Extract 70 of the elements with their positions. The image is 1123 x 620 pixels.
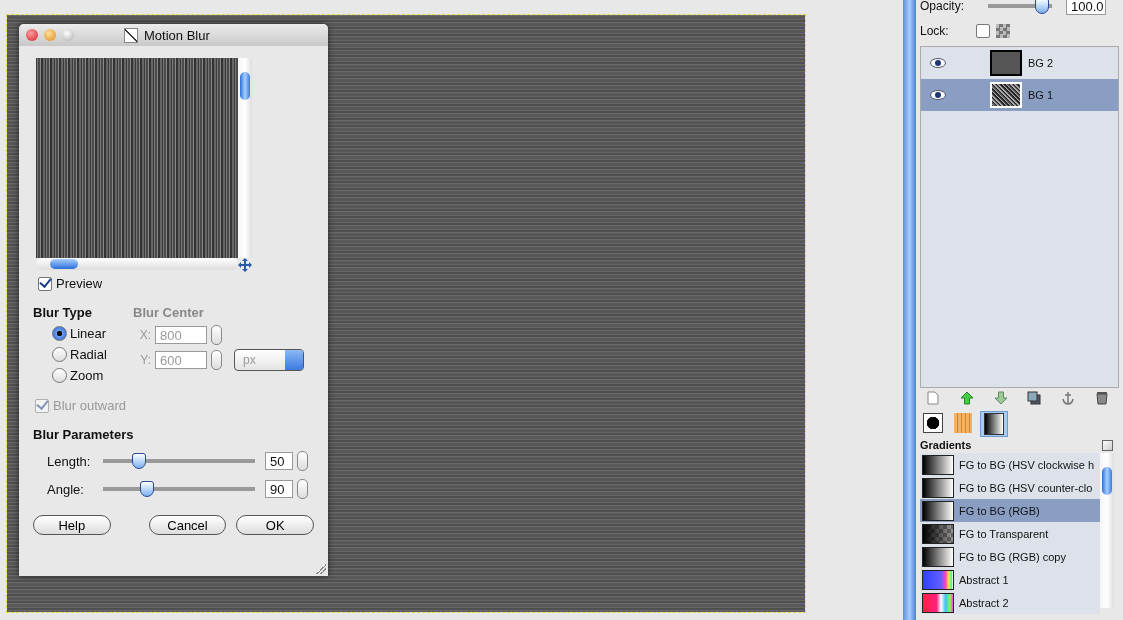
radio-button[interactable] <box>52 346 67 362</box>
eye-icon[interactable] <box>930 58 946 68</box>
spin-button[interactable] <box>297 451 308 471</box>
panel-menu-button[interactable] <box>1102 439 1113 451</box>
section-heading: Blur Parameters <box>33 427 135 442</box>
radio-label: Linear <box>70 325 107 341</box>
layer-name: BG 1 <box>1028 89 1054 101</box>
radio-label: Radial <box>70 346 107 362</box>
trash-icon[interactable] <box>1095 391 1109 405</box>
layer-row[interactable]: BG 1 <box>921 79 1118 111</box>
move-icon[interactable] <box>238 258 252 272</box>
slider-thumb[interactable] <box>140 481 155 497</box>
radio-button[interactable] <box>52 325 67 341</box>
panel-title: Gradients <box>920 439 972 451</box>
close-button[interactable] <box>26 29 38 41</box>
new-page-icon[interactable] <box>926 391 940 405</box>
gradient-icon <box>984 413 1004 435</box>
down-arrow-icon[interactable] <box>993 391 1008 405</box>
eye-icon[interactable] <box>930 90 946 100</box>
horizontal-scrollbar[interactable] <box>36 258 238 270</box>
spin-button[interactable] <box>297 479 308 499</box>
gradient-row[interactable]: FG to BG (HSV counter-clo <box>920 476 1100 499</box>
wood-pattern-icon <box>954 413 972 433</box>
field-label: X: <box>138 328 151 342</box>
opacity-label: Opacity: <box>920 0 964 13</box>
preview-label: Preview <box>56 276 103 291</box>
slider-thumb[interactable] <box>1035 0 1050 14</box>
opacity-field[interactable]: 100.0 <box>1066 0 1106 15</box>
section-heading: Blur Type <box>33 305 93 320</box>
gradient-row[interactable]: FG to BG (RGB) <box>920 499 1100 522</box>
vertical-scrollbar[interactable] <box>238 58 252 258</box>
field-label: Y: <box>139 353 151 367</box>
slider-label: Angle: <box>47 481 85 497</box>
checkerboard-icon <box>995 24 1010 38</box>
gradient-name: FG to BG (HSV clockwise h <box>959 458 1095 471</box>
gradient-name: FG to BG (RGB) copy <box>959 550 1066 563</box>
preview-checkbox[interactable] <box>38 276 52 291</box>
gradient-row[interactable]: Abstract 2 <box>920 591 1100 614</box>
gradient-name: Abstract 2 <box>959 596 1009 609</box>
window-title: Motion Blur <box>144 27 210 43</box>
layer-name: BG 2 <box>1028 57 1054 69</box>
gradient-name: FG to BG (RGB) <box>959 504 1040 517</box>
dialog-button[interactable]: Help <box>33 515 111 535</box>
lock-label: Lock: <box>920 24 949 38</box>
anchor-icon[interactable] <box>1061 391 1076 405</box>
section-heading: Blur Center <box>133 305 205 320</box>
radio-label: Zoom <box>70 367 104 383</box>
vertical-scrollbar[interactable] <box>1100 453 1114 608</box>
radio-button[interactable] <box>52 367 67 383</box>
gradient-name: FG to BG (HSV counter-clo <box>959 481 1093 494</box>
checkbox-label: Blur outward <box>53 398 126 413</box>
duplicate-icon[interactable] <box>1027 391 1042 405</box>
value-field[interactable]: 50 <box>265 452 293 470</box>
gradient-row[interactable]: FG to BG (RGB) copy <box>920 545 1100 568</box>
gradient-row[interactable]: Abstract 1 <box>920 568 1100 591</box>
gradient-row[interactable]: FG to Transparent <box>920 522 1100 545</box>
dock-tab[interactable] <box>980 411 1008 437</box>
gradient-name: Abstract 1 <box>959 573 1009 586</box>
dialog-button[interactable]: OK <box>236 515 314 535</box>
dialog-button[interactable]: Cancel <box>148 515 227 535</box>
dock-tab[interactable] <box>920 411 946 435</box>
layer-row[interactable]: BG 2 <box>921 47 1118 79</box>
slider-thumb[interactable] <box>132 453 147 469</box>
gradient-row[interactable]: FG to BG (HSV clockwise h <box>920 453 1100 476</box>
gradient-name: FG to Transparent <box>959 527 1049 540</box>
lock-checkbox[interactable] <box>975 24 990 38</box>
value-field[interactable]: 90 <box>265 480 293 498</box>
brush-icon <box>923 413 943 433</box>
up-arrow-icon[interactable] <box>959 391 974 405</box>
slider-label: Length: <box>47 453 92 469</box>
